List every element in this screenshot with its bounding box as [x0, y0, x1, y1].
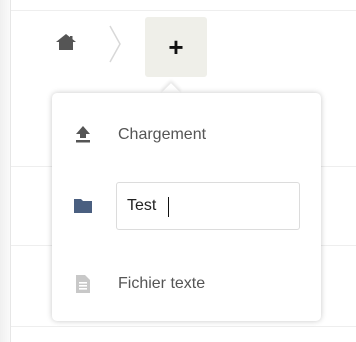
home-icon[interactable] [56, 34, 76, 50]
text-cursor [168, 197, 169, 217]
text-file-icon [72, 273, 94, 295]
folder-icon [72, 195, 94, 217]
new-button-label: + [168, 32, 184, 62]
menu-item-upload[interactable]: Chargement [52, 110, 321, 160]
new-menu-popover: Chargement Fichier texte [52, 93, 321, 321]
new-button[interactable]: + [145, 17, 207, 77]
folder-name-input[interactable] [116, 182, 300, 230]
upload-icon [72, 124, 94, 146]
menu-item-label: Chargement [118, 126, 207, 143]
divider [11, 10, 356, 11]
left-panel-edge [0, 0, 11, 342]
chevron-right-icon [100, 24, 124, 64]
menu-item-label: Fichier texte [118, 275, 206, 292]
divider [11, 326, 356, 327]
popover-arrow-cover [158, 93, 186, 103]
menu-item-text-file[interactable]: Fichier texte [52, 259, 321, 309]
